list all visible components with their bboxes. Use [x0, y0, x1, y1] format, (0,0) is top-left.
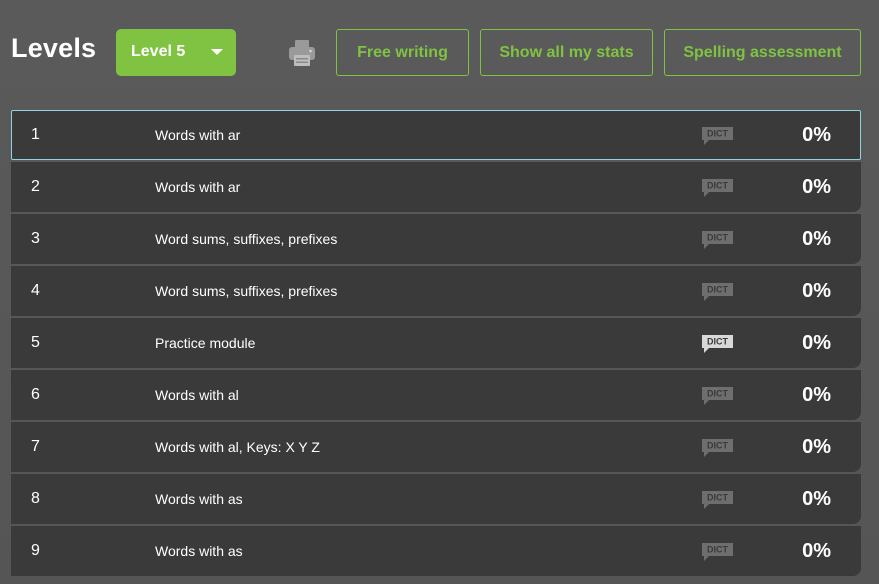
- dict-icon-label: DICT: [707, 129, 728, 139]
- spelling-assessment-button[interactable]: Spelling assessment: [664, 29, 861, 76]
- dict-icon-label: DICT: [707, 285, 728, 295]
- module-number: 7: [31, 438, 40, 455]
- level-select-value: Level 5: [131, 43, 186, 60]
- module-row[interactable]: 9 Words with as DICT 0%: [11, 526, 861, 576]
- module-name: Words with al: [155, 387, 239, 403]
- dict-icon-label: DICT: [707, 181, 728, 191]
- module-list: 1 Words with ar DICT 0% 2 Words with ar …: [11, 110, 861, 578]
- module-row[interactable]: 7 Words with al, Keys: X Y Z DICT 0%: [11, 422, 861, 472]
- show-all-stats-button[interactable]: Show all my stats: [480, 29, 653, 76]
- dict-icon-label: DICT: [707, 545, 728, 555]
- dict-icon: DICT: [702, 439, 733, 457]
- module-progress: 0%: [802, 540, 831, 562]
- printer-icon-graphic: [289, 40, 315, 66]
- module-name: Word sums, suffixes, prefixes: [155, 283, 338, 299]
- dict-icon-label: DICT: [707, 441, 728, 451]
- module-name: Words with al, Keys: X Y Z: [155, 439, 320, 455]
- module-name: Words with as: [155, 491, 243, 507]
- module-row[interactable]: 5 Practice module DICT 0%: [11, 318, 861, 368]
- module-row[interactable]: 3 Word sums, suffixes, prefixes DICT 0%: [11, 214, 861, 264]
- dict-icon-label: DICT: [707, 233, 728, 243]
- module-name: Words with as: [155, 543, 243, 559]
- dict-icon: DICT: [702, 127, 733, 145]
- module-progress: 0%: [802, 488, 831, 510]
- module-number: 1: [31, 126, 40, 143]
- module-row[interactable]: 2 Words with ar DICT 0%: [11, 162, 861, 212]
- module-row[interactable]: 4 Word sums, suffixes, prefixes DICT 0%: [11, 266, 861, 316]
- page-title: Levels: [11, 33, 97, 63]
- module-number: 4: [31, 282, 40, 299]
- header: Levels Level 5 Free writing Show all my …: [0, 0, 879, 100]
- module-name: Words with ar: [155, 179, 241, 195]
- module-number: 5: [31, 334, 40, 351]
- dict-icon: DICT: [702, 335, 733, 353]
- dict-icon-label: DICT: [707, 337, 728, 347]
- module-number: 3: [31, 230, 40, 247]
- module-progress: 0%: [802, 332, 831, 354]
- module-progress: 0%: [802, 384, 831, 406]
- dict-icon: DICT: [702, 231, 733, 249]
- module-progress: 0%: [802, 280, 831, 302]
- module-progress: 0%: [802, 436, 831, 458]
- module-name: Practice module: [155, 335, 256, 351]
- module-row[interactable]: 8 Words with as DICT 0%: [11, 474, 861, 524]
- free-writing-button[interactable]: Free writing: [336, 29, 469, 76]
- dict-icon: DICT: [702, 179, 733, 197]
- dict-icon: DICT: [702, 387, 733, 405]
- module-number: 9: [31, 542, 40, 559]
- dict-icon: DICT: [702, 491, 733, 509]
- module-row[interactable]: 6 Words with al DICT 0%: [11, 370, 861, 420]
- dict-icon: DICT: [702, 283, 733, 301]
- module-row[interactable]: 1 Words with ar DICT 0%: [11, 110, 861, 160]
- module-progress: 0%: [802, 176, 831, 198]
- module-progress: 0%: [802, 228, 831, 250]
- module-number: 2: [31, 178, 40, 195]
- level-select[interactable]: Level 5: [116, 29, 236, 76]
- module-name: Word sums, suffixes, prefixes: [155, 231, 338, 247]
- module-name: Words with ar: [155, 127, 241, 143]
- dict-icon-label: DICT: [707, 389, 728, 399]
- printer-icon[interactable]: [287, 38, 317, 68]
- module-number: 8: [31, 490, 40, 507]
- module-number: 6: [31, 386, 40, 403]
- module-progress: 0%: [802, 124, 831, 146]
- caret-down-icon: [211, 49, 223, 55]
- dict-icon: DICT: [702, 543, 733, 561]
- dict-icon-label: DICT: [707, 493, 728, 503]
